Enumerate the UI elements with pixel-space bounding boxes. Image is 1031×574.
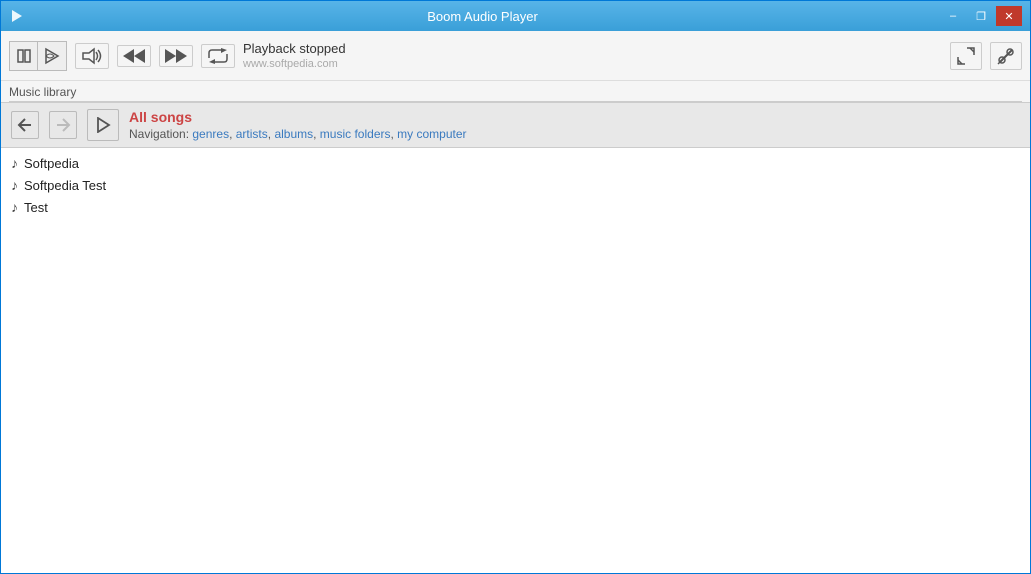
restore-button[interactable]: ❐: [968, 6, 994, 26]
forward-button[interactable]: [49, 111, 77, 139]
settings-button[interactable]: [990, 42, 1022, 70]
song-name: Softpedia Test: [24, 178, 106, 193]
current-view-title: All songs: [129, 109, 467, 125]
list-item[interactable]: ♪ Softpedia: [1, 152, 1030, 174]
window-title: Boom Audio Player: [25, 9, 940, 24]
song-icon: ♪: [11, 177, 18, 193]
repeat-button[interactable]: [201, 44, 235, 68]
volume-button[interactable]: [75, 43, 109, 69]
watermark-text: www.softpedia.com: [243, 58, 942, 70]
song-icon: ♪: [11, 199, 18, 215]
panel-toggle-group: [9, 41, 67, 71]
close-button[interactable]: ✕: [996, 6, 1022, 26]
nav-info: All songs Navigation: genres, artists, a…: [129, 109, 467, 141]
nav-bar: All songs Navigation: genres, artists, a…: [1, 103, 1030, 148]
nav-link-music-folders[interactable]: music folders: [320, 127, 391, 141]
toolbar-right: [950, 42, 1022, 70]
fullscreen-button[interactable]: [950, 42, 982, 70]
playback-status: Playback stopped: [243, 41, 942, 56]
nav-link-albums[interactable]: albums: [274, 127, 313, 141]
play-button[interactable]: [87, 109, 119, 141]
toolbar-center: Playback stopped www.softpedia.com: [243, 41, 942, 70]
title-bar: Boom Audio Player – ❐ ✕: [1, 1, 1030, 31]
nav-link-artists[interactable]: artists: [236, 127, 268, 141]
music-library-section: Music library: [1, 81, 1030, 103]
skip-forward-button[interactable]: [159, 45, 193, 67]
skip-back-button[interactable]: [117, 45, 151, 67]
list-item[interactable]: ♪ Test: [1, 196, 1030, 218]
back-button[interactable]: [11, 111, 39, 139]
nav-prefix: Navigation:: [129, 127, 192, 141]
minimize-button[interactable]: –: [940, 6, 966, 26]
navigation-links: Navigation: genres, artists, albums, mus…: [129, 127, 467, 141]
music-library-label: Music library: [9, 85, 76, 99]
toolbar: Playback stopped www.softpedia.com: [1, 31, 1030, 81]
song-name: Test: [24, 200, 48, 215]
song-name: Softpedia: [24, 156, 79, 171]
main-window: Boom Audio Player – ❐ ✕: [0, 0, 1031, 574]
title-controls: – ❐ ✕: [940, 6, 1022, 26]
list-item[interactable]: ♪ Softpedia Test: [1, 174, 1030, 196]
nav-link-genres[interactable]: genres: [192, 127, 229, 141]
content-area[interactable]: ♪ Softpedia ♪ Softpedia Test ♪ Test: [1, 148, 1030, 573]
panel-right-button[interactable]: [38, 42, 66, 70]
app-icon: [9, 8, 25, 24]
panel-left-button[interactable]: [10, 42, 38, 70]
nav-link-my-computer[interactable]: my computer: [397, 127, 466, 141]
song-icon: ♪: [11, 155, 18, 171]
